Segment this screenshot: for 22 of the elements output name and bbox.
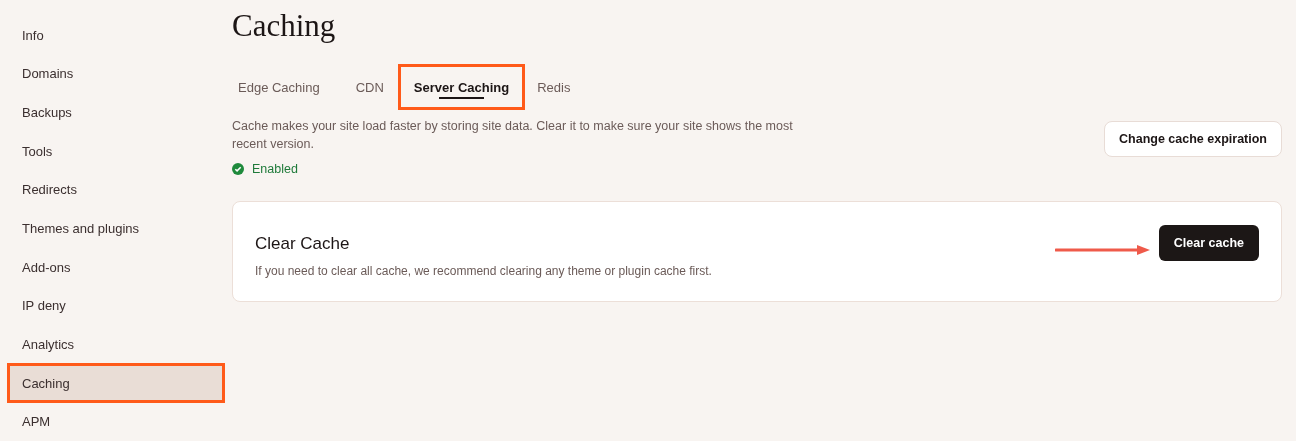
clear-cache-button[interactable]: Clear cache <box>1158 224 1259 261</box>
status-label: Enabled <box>252 162 298 176</box>
card-title: Clear Cache <box>255 233 351 254</box>
sidebar-item[interactable]: Info <box>8 16 224 55</box>
sidebar-item[interactable]: Redirects <box>8 170 224 210</box>
sidebar-item[interactable]: APM <box>8 402 224 441</box>
sidebar-item[interactable]: Themes and plugins <box>8 209 224 248</box>
tab[interactable]: Edge Caching <box>231 65 327 109</box>
sidebar-item[interactable]: Domains <box>8 54 224 94</box>
sidebar-item[interactable]: IP deny <box>8 286 224 326</box>
tab[interactable]: CDN <box>348 65 391 109</box>
sidebar-item[interactable]: Analytics <box>8 325 224 364</box>
sidebar-item[interactable]: Add-ons <box>8 247 224 287</box>
tab[interactable]: Redis <box>530 65 578 109</box>
sidebar-item[interactable]: Tools <box>8 131 224 171</box>
sidebar-item[interactable]: Caching <box>8 363 224 403</box>
description: Cache makes your site load faster by storing site data. Clear it to make sure your site shows the most recent version. <box>232 118 794 153</box>
change-expiration-button[interactable]: Change cache expiration <box>1104 121 1282 157</box>
tab[interactable]: Server Caching <box>398 65 525 109</box>
page-title: Caching <box>232 8 337 45</box>
card-description: If you need to clear all cache, we recommend clearing any theme or plugin cache first. <box>255 263 713 278</box>
sidebar-item[interactable]: Backups <box>8 93 224 132</box>
